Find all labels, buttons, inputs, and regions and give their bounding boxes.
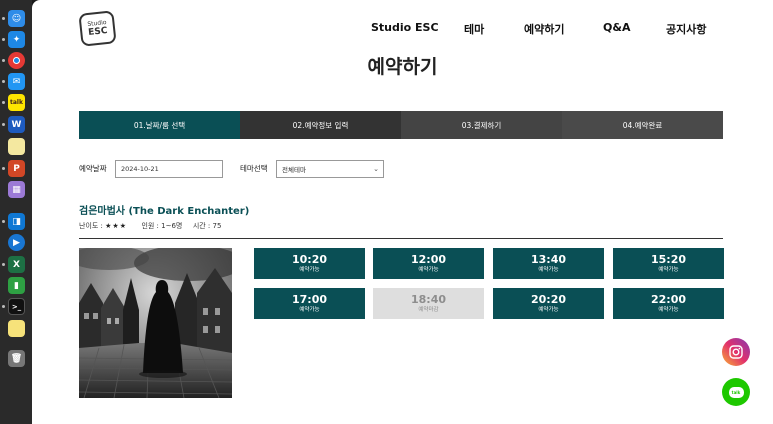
- slot-1020[interactable]: 10:20 예약가능: [254, 248, 365, 279]
- nav-theme[interactable]: 테마: [464, 21, 484, 37]
- chat-icon-label: talk: [731, 389, 741, 395]
- nav-reservation[interactable]: 예약하기: [524, 21, 564, 37]
- phone-icon[interactable]: ▮: [8, 277, 25, 294]
- step-complete[interactable]: 04.예약완료: [562, 111, 723, 139]
- trash-icon[interactable]: 🗑: [8, 350, 25, 367]
- slot-1840: 18:40 예약마감: [373, 288, 484, 319]
- launchpad-icon[interactable]: ▦: [8, 181, 25, 198]
- word-icon[interactable]: W: [8, 116, 25, 133]
- studio-esc-logo[interactable]: Studio ESC: [78, 10, 117, 47]
- slot-status: 예약가능: [658, 307, 679, 313]
- date-label: 예약날짜: [79, 164, 107, 173]
- slot-status: 예약가능: [658, 267, 679, 273]
- slot-1340[interactable]: 13:40 예약가능: [493, 248, 604, 279]
- slot-2020[interactable]: 20:20 예약가능: [493, 288, 604, 319]
- difficulty-stars: ★★★: [105, 222, 127, 230]
- date-input[interactable]: 2024-10-21: [115, 160, 223, 178]
- remote-desktop-icon[interactable]: ◨: [8, 213, 25, 230]
- slot-time: 15:20: [650, 253, 686, 266]
- difficulty-label: 난이도 :: [79, 222, 103, 230]
- nav-studio-esc[interactable]: Studio ESC: [371, 21, 439, 34]
- stickies-icon[interactable]: [8, 320, 25, 337]
- slot-time: 13:40: [530, 253, 566, 266]
- reservation-steps: 01.날짜/룸 선택 02.예약정보 입력 03.결제하기 04.예약완료: [79, 111, 723, 139]
- kakaotalk-icon[interactable]: talk: [8, 94, 25, 111]
- page-title: 예약하기: [367, 56, 438, 78]
- slot-2200[interactable]: 22:00 예약가능: [613, 288, 724, 319]
- site-header: Studio ESC Studio ESC 테마 예약하기 Q&A 공지사항: [32, 0, 773, 54]
- divider: [79, 238, 723, 239]
- player-count: 인원 : 1~6명: [141, 222, 183, 230]
- logo-line2: ESC: [87, 26, 108, 38]
- slot-status: 예약가능: [538, 307, 559, 313]
- theme-select-value: 전체테마: [282, 166, 306, 174]
- slot-status: 예약가능: [299, 267, 320, 273]
- excel-icon[interactable]: X: [8, 256, 25, 273]
- step-info[interactable]: 02.예약정보 입력: [240, 111, 401, 139]
- terminal-icon[interactable]: >_: [8, 298, 25, 315]
- safari-icon[interactable]: ✦: [8, 31, 25, 48]
- dock: ☺ ✦ ✉ talk W P ▦ ◨ ▶ X ▮ >_ 🗑: [0, 0, 32, 424]
- play-time: 시간 : 75: [192, 222, 222, 230]
- slot-time: 18:40: [410, 293, 446, 306]
- theme-meta: 난이도 : ★★★ 인원 : 1~6명 시간 : 75: [79, 221, 221, 231]
- chevron-down-icon: ⌄: [373, 165, 379, 173]
- slot-status: 예약가능: [418, 267, 439, 273]
- slot-time: 20:20: [530, 293, 566, 306]
- nav-notice[interactable]: 공지사항: [666, 21, 706, 37]
- chat-button[interactable]: talk: [722, 378, 750, 406]
- slot-1700[interactable]: 17:00 예약가능: [254, 288, 365, 319]
- theme-title: 검은마법사 (The Dark Enchanter): [79, 206, 250, 217]
- notes-icon[interactable]: [8, 138, 25, 155]
- instagram-button[interactable]: [722, 338, 750, 366]
- step-payment[interactable]: 03.결제하기: [401, 111, 562, 139]
- video-icon[interactable]: ▶: [8, 234, 25, 251]
- slot-time: 17:00: [291, 293, 327, 306]
- theme-poster-image: [79, 248, 232, 398]
- step-date-room[interactable]: 01.날짜/룸 선택: [79, 111, 240, 139]
- theme-select[interactable]: 전체테마 ⌄: [276, 160, 384, 178]
- slot-1520[interactable]: 15:20 예약가능: [613, 248, 724, 279]
- powerpoint-icon[interactable]: P: [8, 160, 25, 177]
- slot-status: 예약마감: [418, 307, 439, 313]
- mail-icon[interactable]: ✉: [8, 73, 25, 90]
- slot-time: 12:00: [410, 253, 446, 266]
- finder-icon[interactable]: ☺: [8, 10, 25, 27]
- browser-page: Studio ESC Studio ESC 테마 예약하기 Q&A 공지사항 예…: [32, 0, 773, 424]
- slot-time: 10:20: [291, 253, 327, 266]
- theme-select-label: 테마선택: [240, 164, 268, 173]
- slot-1200[interactable]: 12:00 예약가능: [373, 248, 484, 279]
- nav-qna[interactable]: Q&A: [603, 21, 630, 34]
- instagram-icon: [729, 345, 743, 359]
- chat-icon: talk: [728, 386, 744, 398]
- chrome-icon[interactable]: [8, 52, 25, 69]
- slot-time: 22:00: [650, 293, 686, 306]
- slot-status: 예약가능: [299, 307, 320, 313]
- slot-status: 예약가능: [538, 267, 559, 273]
